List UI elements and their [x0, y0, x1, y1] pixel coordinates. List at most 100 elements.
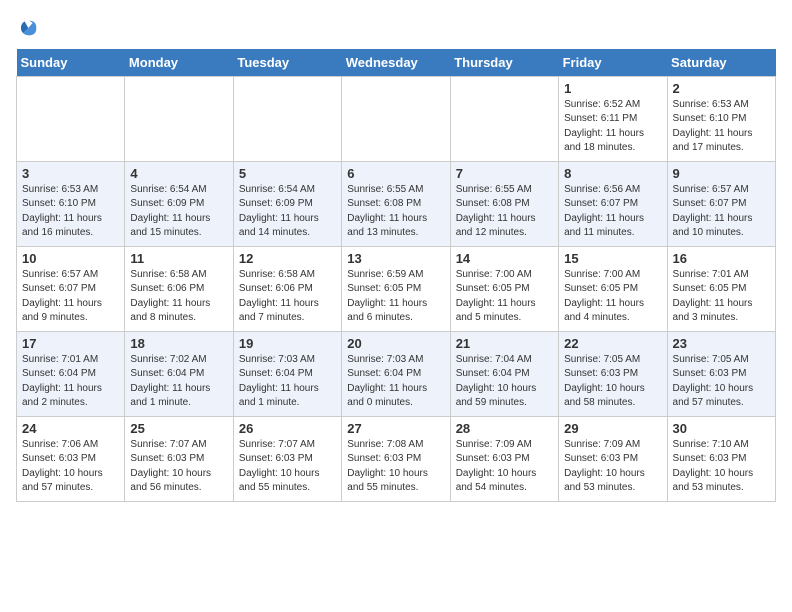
- calendar-cell: 14 Sunrise: 7:00 AM Sunset: 6:05 PM Dayli…: [450, 246, 558, 331]
- day-info: Sunrise: 7:09 AM Sunset: 6:03 PM Dayligh…: [456, 438, 553, 496]
- day-number: 1: [564, 81, 661, 96]
- day-number: 19: [239, 336, 336, 351]
- day-number: 16: [673, 251, 770, 266]
- day-number: 9: [673, 166, 770, 181]
- calendar-cell: 10 Sunrise: 6:57 AM Sunset: 6:07 PM Dayli…: [17, 246, 125, 331]
- day-number: 14: [456, 251, 553, 266]
- day-number: 8: [564, 166, 661, 181]
- week-row-5: 24Sunrise: 7:06 AM Sunset: 6:03 PM Dayli…: [17, 416, 776, 501]
- day-number: 12: [239, 251, 336, 266]
- day-header-tuesday: Tuesday: [233, 49, 341, 77]
- calendar-cell: 20Sunrise: 7:03 AM Sunset: 6:04 PM Dayli…: [342, 331, 450, 416]
- day-number: 10: [22, 251, 119, 266]
- calendar-cell: 15 Sunrise: 7:00 AM Sunset: 6:05 PM Dayli…: [559, 246, 667, 331]
- day-info: Sunrise: 6:52 AM Sunset: 6:11 PM Dayligh…: [564, 98, 661, 156]
- calendar-cell: 6 Sunrise: 6:55 AM Sunset: 6:08 PM Daylig…: [342, 161, 450, 246]
- day-info: Sunrise: 7:03 AM Sunset: 6:04 PM Dayligh…: [239, 353, 336, 411]
- day-number: 6: [347, 166, 444, 181]
- calendar-cell: 11Sunrise: 6:58 AM Sunset: 6:06 PM Dayli…: [125, 246, 233, 331]
- week-row-2: 3 Sunrise: 6:53 AM Sunset: 6:10 PM Daylig…: [17, 161, 776, 246]
- day-info: Sunrise: 7:00 AM Sunset: 6:05 PM Dayligh…: [456, 268, 553, 326]
- calendar-cell: [233, 76, 341, 161]
- calendar-cell: [450, 76, 558, 161]
- calendar-cell: 23 Sunrise: 7:05 AM Sunset: 6:03 PM Dayli…: [667, 331, 775, 416]
- day-info: Sunrise: 7:02 AM Sunset: 6:04 PM Dayligh…: [130, 353, 227, 411]
- calendar-cell: 5 Sunrise: 6:54 AM Sunset: 6:09 PM Daylig…: [233, 161, 341, 246]
- day-number: 28: [456, 421, 553, 436]
- week-row-1: 1 Sunrise: 6:52 AM Sunset: 6:11 PM Daylig…: [17, 76, 776, 161]
- calendar-cell: 28 Sunrise: 7:09 AM Sunset: 6:03 PM Dayli…: [450, 416, 558, 501]
- page-header: [16, 16, 776, 39]
- calendar-cell: 2Sunrise: 6:53 AM Sunset: 6:10 PM Daylig…: [667, 76, 775, 161]
- day-number: 11: [130, 251, 227, 266]
- day-number: 5: [239, 166, 336, 181]
- logo: [16, 16, 42, 39]
- day-info: Sunrise: 6:59 AM Sunset: 6:05 PM Dayligh…: [347, 268, 444, 326]
- day-header-monday: Monday: [125, 49, 233, 77]
- calendar-cell: 21 Sunrise: 7:04 AM Sunset: 6:04 PM Dayli…: [450, 331, 558, 416]
- calendar-cell: 3 Sunrise: 6:53 AM Sunset: 6:10 PM Daylig…: [17, 161, 125, 246]
- calendar-cell: 4 Sunrise: 6:54 AM Sunset: 6:09 PM Daylig…: [125, 161, 233, 246]
- calendar-cell: 22Sunrise: 7:05 AM Sunset: 6:03 PM Dayli…: [559, 331, 667, 416]
- calendar-cell: [125, 76, 233, 161]
- day-info: Sunrise: 7:04 AM Sunset: 6:04 PM Dayligh…: [456, 353, 553, 411]
- calendar-cell: 19 Sunrise: 7:03 AM Sunset: 6:04 PM Dayli…: [233, 331, 341, 416]
- day-info: Sunrise: 6:53 AM Sunset: 6:10 PM Dayligh…: [673, 98, 770, 156]
- calendar-cell: 7Sunrise: 6:55 AM Sunset: 6:08 PM Daylig…: [450, 161, 558, 246]
- day-number: 7: [456, 166, 553, 181]
- day-info: Sunrise: 6:57 AM Sunset: 6:07 PM Dayligh…: [22, 268, 119, 326]
- day-info: Sunrise: 6:55 AM Sunset: 6:08 PM Dayligh…: [347, 183, 444, 241]
- day-number: 4: [130, 166, 227, 181]
- calendar-cell: 29 Sunrise: 7:09 AM Sunset: 6:03 PM Dayli…: [559, 416, 667, 501]
- day-number: 21: [456, 336, 553, 351]
- day-info: Sunrise: 7:07 AM Sunset: 6:03 PM Dayligh…: [239, 438, 336, 496]
- day-info: Sunrise: 7:01 AM Sunset: 6:04 PM Dayligh…: [22, 353, 119, 411]
- calendar-cell: 26 Sunrise: 7:07 AM Sunset: 6:03 PM Dayli…: [233, 416, 341, 501]
- day-info: Sunrise: 7:06 AM Sunset: 6:03 PM Dayligh…: [22, 438, 119, 496]
- day-number: 18: [130, 336, 227, 351]
- calendar-cell: 18 Sunrise: 7:02 AM Sunset: 6:04 PM Dayli…: [125, 331, 233, 416]
- day-header-wednesday: Wednesday: [342, 49, 450, 77]
- calendar-cell: 30 Sunrise: 7:10 AM Sunset: 6:03 PM Dayli…: [667, 416, 775, 501]
- calendar-cell: 13 Sunrise: 6:59 AM Sunset: 6:05 PM Dayli…: [342, 246, 450, 331]
- day-info: Sunrise: 7:05 AM Sunset: 6:03 PM Dayligh…: [673, 353, 770, 411]
- calendar-cell: [17, 76, 125, 161]
- calendar-cell: 24Sunrise: 7:06 AM Sunset: 6:03 PM Dayli…: [17, 416, 125, 501]
- calendar-cell: 17Sunrise: 7:01 AM Sunset: 6:04 PM Dayli…: [17, 331, 125, 416]
- day-info: Sunrise: 6:58 AM Sunset: 6:06 PM Dayligh…: [239, 268, 336, 326]
- day-number: 13: [347, 251, 444, 266]
- calendar-cell: 9 Sunrise: 6:57 AM Sunset: 6:07 PM Daylig…: [667, 161, 775, 246]
- day-info: Sunrise: 6:54 AM Sunset: 6:09 PM Dayligh…: [130, 183, 227, 241]
- calendar-cell: 16Sunrise: 7:01 AM Sunset: 6:05 PM Dayli…: [667, 246, 775, 331]
- calendar-cell: 1 Sunrise: 6:52 AM Sunset: 6:11 PM Daylig…: [559, 76, 667, 161]
- day-number: 29: [564, 421, 661, 436]
- calendar-cell: 27Sunrise: 7:08 AM Sunset: 6:03 PM Dayli…: [342, 416, 450, 501]
- day-header-friday: Friday: [559, 49, 667, 77]
- day-info: Sunrise: 7:00 AM Sunset: 6:05 PM Dayligh…: [564, 268, 661, 326]
- day-number: 25: [130, 421, 227, 436]
- day-info: Sunrise: 7:09 AM Sunset: 6:03 PM Dayligh…: [564, 438, 661, 496]
- calendar-cell: [342, 76, 450, 161]
- day-number: 26: [239, 421, 336, 436]
- day-info: Sunrise: 7:03 AM Sunset: 6:04 PM Dayligh…: [347, 353, 444, 411]
- week-row-3: 10 Sunrise: 6:57 AM Sunset: 6:07 PM Dayli…: [17, 246, 776, 331]
- day-header-saturday: Saturday: [667, 49, 775, 77]
- day-header-sunday: Sunday: [17, 49, 125, 77]
- calendar-cell: 25 Sunrise: 7:07 AM Sunset: 6:03 PM Dayli…: [125, 416, 233, 501]
- day-info: Sunrise: 6:57 AM Sunset: 6:07 PM Dayligh…: [673, 183, 770, 241]
- day-number: 15: [564, 251, 661, 266]
- day-info: Sunrise: 7:07 AM Sunset: 6:03 PM Dayligh…: [130, 438, 227, 496]
- day-number: 23: [673, 336, 770, 351]
- day-info: Sunrise: 6:53 AM Sunset: 6:10 PM Dayligh…: [22, 183, 119, 241]
- calendar-cell: 8 Sunrise: 6:56 AM Sunset: 6:07 PM Daylig…: [559, 161, 667, 246]
- logo-icon: [18, 17, 40, 39]
- calendar-cell: 12 Sunrise: 6:58 AM Sunset: 6:06 PM Dayli…: [233, 246, 341, 331]
- day-number: 30: [673, 421, 770, 436]
- day-info: Sunrise: 6:54 AM Sunset: 6:09 PM Dayligh…: [239, 183, 336, 241]
- day-number: 27: [347, 421, 444, 436]
- header-row: SundayMondayTuesdayWednesdayThursdayFrid…: [17, 49, 776, 77]
- day-info: Sunrise: 6:56 AM Sunset: 6:07 PM Dayligh…: [564, 183, 661, 241]
- day-number: 22: [564, 336, 661, 351]
- day-info: Sunrise: 7:10 AM Sunset: 6:03 PM Dayligh…: [673, 438, 770, 496]
- day-number: 3: [22, 166, 119, 181]
